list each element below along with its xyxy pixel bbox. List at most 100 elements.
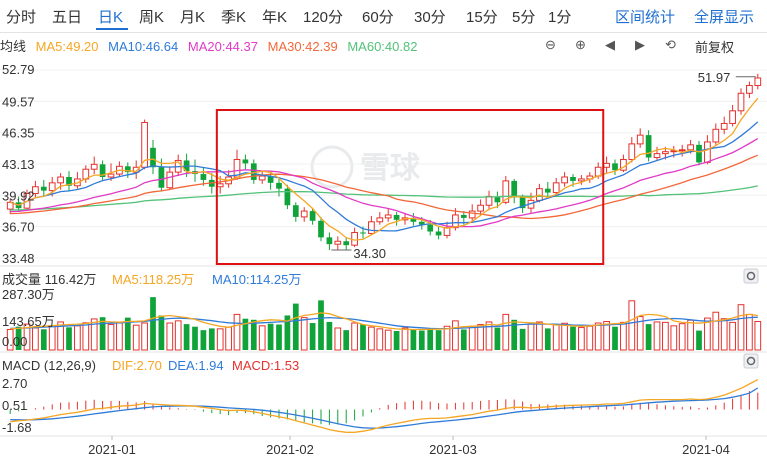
candle-body-up: [603, 162, 610, 168]
tab-9[interactable]: 60分: [362, 6, 394, 27]
volume-bar-down: [360, 324, 366, 350]
volume-bar-up: [737, 304, 745, 351]
tab-6[interactable]: 季K: [221, 6, 246, 27]
macd-tick-label: 2.70: [2, 376, 27, 391]
candle-body-down: [276, 182, 282, 189]
candle-body-up: [485, 195, 493, 206]
date-axis: 2021-01 2021-02 2021-03 2021-04: [88, 436, 730, 457]
period-tab-bar: 分时 五日 日K 周K 月K 季K 年K 120分 60分 30分 15分 5分 1分 区间统计 全屏显…: [0, 0, 767, 33]
tab-1[interactable]: 分时: [6, 6, 36, 27]
volume-bar-up: [376, 328, 384, 351]
reset-icon[interactable]: ⟲: [665, 37, 676, 53]
macd-legend-label: MACD (12,26,9): [2, 358, 96, 373]
macd-settings-icon[interactable]: [743, 353, 759, 369]
volume-bar-down: [276, 324, 282, 350]
volume-bar-up: [536, 321, 543, 351]
tab-5[interactable]: 月K: [180, 6, 205, 27]
candle-body-up: [351, 231, 358, 246]
dif-line: [10, 379, 759, 433]
ma-legend-label: 均线: [0, 39, 27, 54]
candle-body-up: [704, 141, 711, 163]
tab-3[interactable]: 日K: [98, 6, 123, 27]
candle-body-down: [284, 188, 291, 206]
tab-7[interactable]: 年K: [262, 6, 287, 27]
tab-11[interactable]: 15分: [466, 6, 498, 27]
kline-chart[interactable]: 雪球 52.79 49.57 46.35 43.13 39.92 36.70 33.48 5…: [0, 0, 767, 466]
candle-body-down: [66, 176, 72, 186]
fullscreen-link[interactable]: 全屏显示: [694, 6, 754, 27]
candle-body-down: [150, 147, 156, 168]
candle-body-up: [258, 175, 266, 181]
interval-stats-link[interactable]: 区间统计: [615, 6, 675, 27]
volume-bar-up: [712, 311, 720, 351]
adjust-mode-button[interactable]: 前复权: [695, 37, 734, 56]
candle-body-up: [536, 188, 543, 201]
scroll-left-icon[interactable]: ◀: [605, 37, 615, 53]
ma5-line: [9, 97, 759, 241]
volume-ma-lines: [10, 312, 758, 331]
volume-bar-up: [603, 321, 610, 351]
tab-8[interactable]: 120分: [303, 6, 343, 27]
price-tick-label: 43.13: [2, 157, 35, 172]
candle-body-up: [678, 149, 686, 152]
candle-body-up: [132, 166, 140, 173]
candle-body-down: [326, 237, 333, 245]
candle-body-up: [746, 84, 753, 94]
volume-bar-down: [200, 330, 207, 350]
candle-body-up: [74, 178, 81, 187]
candle-body-down: [250, 163, 257, 180]
min-price-label: 34.30: [353, 246, 386, 261]
volume-bar-down: [343, 330, 350, 350]
volume-bar-down: [570, 326, 576, 350]
macd-histogram: [9, 391, 759, 425]
volume-bar-up: [384, 329, 392, 351]
candle-body-up: [6, 201, 14, 210]
date-tick-label: 2021-03: [429, 442, 477, 457]
volume-bar-up: [351, 322, 358, 351]
price-grid: [0, 69, 767, 259]
candle-body-up: [687, 144, 694, 151]
tab-4[interactable]: 周K: [139, 6, 164, 27]
volume-tick-label: 143.65万: [2, 314, 55, 329]
candle-body-up: [729, 110, 736, 124]
scroll-right-icon[interactable]: ▶: [635, 37, 645, 53]
volume-ma10-value: MA10:114.25万: [212, 272, 301, 287]
candle-body-up: [107, 173, 115, 178]
volume-bar-up: [704, 317, 711, 351]
candle-body-up: [90, 163, 98, 170]
volume-bar-up: [23, 323, 31, 351]
candle-body-up: [620, 158, 627, 171]
tab-12[interactable]: 5分: [512, 6, 535, 27]
tab-2[interactable]: 五日: [52, 6, 82, 27]
ma-legend: 均线 MA5:49.20 MA10:46.64 MA20:44.37 MA30:…: [0, 36, 423, 55]
volume-bar-up: [300, 317, 308, 351]
volume-bars: [6, 297, 762, 351]
zoom-in-icon[interactable]: ⊕: [575, 37, 586, 53]
candle-body-down: [309, 211, 316, 221]
volume-bar-down: [435, 330, 442, 350]
tab-13[interactable]: 1分: [548, 6, 571, 27]
zoom-out-icon[interactable]: ⊖: [545, 37, 556, 53]
volume-settings-icon[interactable]: [743, 268, 759, 284]
volume-bar-up: [586, 325, 594, 351]
chart-toolbar: ⊖ ⊕ ◀ ▶ ⟲ 前复权: [545, 37, 767, 55]
ma10-line: [9, 121, 759, 232]
candle-body-up: [712, 128, 720, 143]
price-tick-label: 33.48: [2, 251, 35, 266]
volume-bar-down: [242, 318, 249, 350]
volume-bar-up: [90, 318, 98, 351]
tab-10[interactable]: 30分: [414, 6, 446, 27]
volume-bar-up: [452, 320, 459, 351]
candle-body-up: [376, 217, 384, 223]
price-tick-label: 52.79: [2, 62, 35, 77]
candle-body-down: [267, 176, 274, 183]
candle-body-up: [502, 180, 510, 203]
volume-bar-down: [158, 315, 165, 350]
volume-bar-down: [183, 324, 190, 350]
candle-body-down: [393, 214, 400, 220]
macd-lines: [10, 379, 759, 433]
candle-body-up: [552, 182, 560, 194]
candle-body-up: [653, 153, 661, 159]
price-annotations: 51.97 34.30: [331, 70, 756, 261]
candle-body-up: [527, 199, 535, 209]
